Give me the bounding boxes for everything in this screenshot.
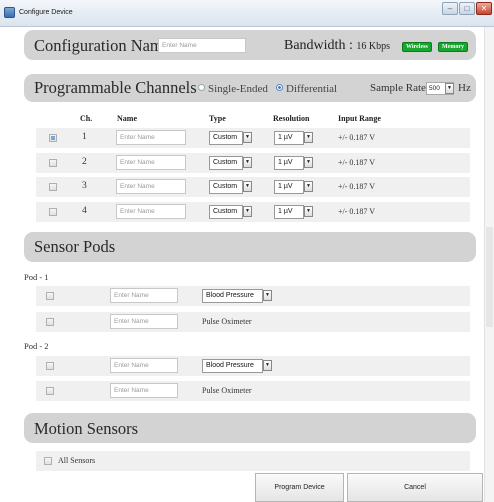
list-item: Enter Name Pulse Oximeter	[36, 312, 470, 332]
column-header-ch: Ch.	[80, 114, 93, 123]
sensor-name-input[interactable]: Enter Name	[110, 358, 178, 373]
channel-type-select[interactable]: Custom	[209, 180, 243, 194]
channel-checkbox[interactable]	[49, 159, 57, 167]
single-ended-radio[interactable]: Single-Ended	[198, 83, 268, 95]
channel-input-range: +/- 0.187 V	[338, 182, 376, 191]
channel-resolution-select[interactable]: 1 µV	[274, 131, 304, 145]
window-titlebar: Configure Device – □ ✕	[0, 0, 494, 27]
table-row: 1 Enter Name Custom ▼ 1 µV ▼ +/- 0.187 V	[36, 128, 470, 148]
window-title: Configure Device	[19, 9, 73, 16]
sensor-checkbox[interactable]	[46, 362, 54, 370]
close-icon[interactable]: ✕	[476, 2, 492, 15]
channel-checkbox[interactable]	[49, 134, 57, 142]
channel-type-select[interactable]: Custom	[209, 131, 243, 145]
channel-resolution-select[interactable]: 1 µV	[274, 180, 304, 194]
memory-badge: Memory	[438, 42, 468, 52]
configuration-name-input[interactable]: Enter Name	[158, 38, 246, 53]
channel-resolution-select[interactable]: 1 µV	[274, 205, 304, 219]
column-header-name: Name	[117, 114, 137, 123]
differential-radio[interactable]: Differential	[276, 83, 337, 95]
channel-input-range: +/- 0.187 V	[338, 133, 376, 142]
program-device-button[interactable]: Program Device	[255, 473, 344, 502]
channel-type-select[interactable]: Custom	[209, 205, 243, 219]
table-row: 2 Enter Name Custom ▼ 1 µV ▼ +/- 0.187 V	[36, 153, 470, 173]
all-sensors-label: All Sensors	[58, 456, 96, 465]
configuration-header: Configuration Name Enter Name Bandwidth …	[24, 30, 476, 60]
sensor-checkbox[interactable]	[46, 318, 54, 326]
sensor-name-input[interactable]: Enter Name	[110, 383, 178, 398]
sensor-checkbox[interactable]	[46, 292, 54, 300]
chevron-down-icon[interactable]: ▼	[304, 157, 313, 168]
wireless-badge: Wireless	[402, 42, 432, 52]
programmable-channels-title: Programmable Channels	[34, 78, 197, 97]
column-header-resolution: Resolution	[273, 114, 310, 123]
list-item: Enter Name Blood Pressure ▼	[36, 286, 470, 306]
bandwidth-label: Bandwidth : 16 Kbps	[284, 38, 390, 53]
chevron-down-icon[interactable]: ▼	[304, 181, 313, 192]
channel-input-range: +/- 0.187 V	[338, 207, 376, 216]
app-icon	[4, 7, 15, 18]
channel-number: 1	[82, 132, 87, 142]
channel-name-input[interactable]: Enter Name	[116, 204, 186, 219]
sensor-pods-title: Sensor Pods	[34, 237, 116, 256]
channel-number: 3	[82, 181, 87, 191]
sensor-type-label: Pulse Oximeter	[202, 386, 252, 395]
channel-resolution-select[interactable]: 1 µV	[274, 156, 304, 170]
sensor-type-select[interactable]: Blood Pressure	[202, 359, 263, 373]
channel-name-input[interactable]: Enter Name	[116, 155, 186, 170]
sensor-type-select[interactable]: Blood Pressure	[202, 289, 263, 303]
chevron-down-icon[interactable]: ▼	[243, 132, 252, 143]
channel-number: 4	[82, 206, 87, 216]
all-sensors-checkbox[interactable]	[44, 457, 52, 465]
pod-label: Pod - 1	[24, 272, 49, 282]
sensor-name-input[interactable]: Enter Name	[110, 314, 178, 329]
channel-number: 2	[82, 157, 87, 167]
table-row: 4 Enter Name Custom ▼ 1 µV ▼ +/- 0.187 V	[36, 202, 470, 222]
chevron-down-icon[interactable]: ▼	[263, 290, 272, 301]
channel-checkbox[interactable]	[49, 183, 57, 191]
channel-input-range: +/- 0.187 V	[338, 158, 376, 167]
channel-name-input[interactable]: Enter Name	[116, 130, 186, 145]
motion-sensors-title: Motion Sensors	[34, 419, 139, 438]
chevron-down-icon[interactable]: ▼	[243, 206, 252, 217]
motion-sensors-header: Motion Sensors	[24, 413, 476, 443]
configuration-name-label: Configuration Name	[34, 36, 171, 55]
chevron-down-icon[interactable]: ▼	[304, 132, 313, 143]
chevron-down-icon[interactable]: ▼	[263, 360, 272, 371]
column-header-type: Type	[209, 114, 226, 123]
sample-rate-label: Sample Rate:	[370, 82, 429, 94]
minimize-icon[interactable]: –	[442, 2, 458, 15]
chevron-down-icon[interactable]: ▼	[243, 181, 252, 192]
sample-rate-unit: Hz	[458, 82, 471, 94]
chevron-down-icon[interactable]: ▼	[304, 206, 313, 217]
list-item: Enter Name Blood Pressure ▼	[36, 356, 470, 376]
scroll-thumb[interactable]	[486, 227, 493, 327]
list-item: Enter Name Pulse Oximeter	[36, 381, 470, 401]
sensor-type-label: Pulse Oximeter	[202, 317, 252, 326]
sensor-name-input[interactable]: Enter Name	[110, 288, 178, 303]
table-row: 3 Enter Name Custom ▼ 1 µV ▼ +/- 0.187 V	[36, 177, 470, 197]
list-item: All Sensors	[36, 451, 470, 471]
vertical-scrollbar[interactable]	[484, 27, 494, 502]
channel-name-input[interactable]: Enter Name	[116, 179, 186, 194]
maximize-icon[interactable]: □	[459, 2, 475, 15]
chevron-down-icon[interactable]: ▼	[445, 83, 454, 94]
sensor-checkbox[interactable]	[46, 387, 54, 395]
programmable-channels-header: Programmable Channels Single-Ended Diffe…	[24, 74, 476, 102]
bandwidth-value: 16 Kbps	[356, 41, 390, 52]
column-header-input-range: Input Range	[338, 114, 381, 123]
pod-label: Pod - 2	[24, 341, 49, 351]
channel-type-select[interactable]: Custom	[209, 156, 243, 170]
cancel-button[interactable]: Cancel	[347, 473, 483, 502]
chevron-down-icon[interactable]: ▼	[243, 157, 252, 168]
channel-checkbox[interactable]	[49, 208, 57, 216]
sensor-pods-header: Sensor Pods	[24, 232, 476, 262]
